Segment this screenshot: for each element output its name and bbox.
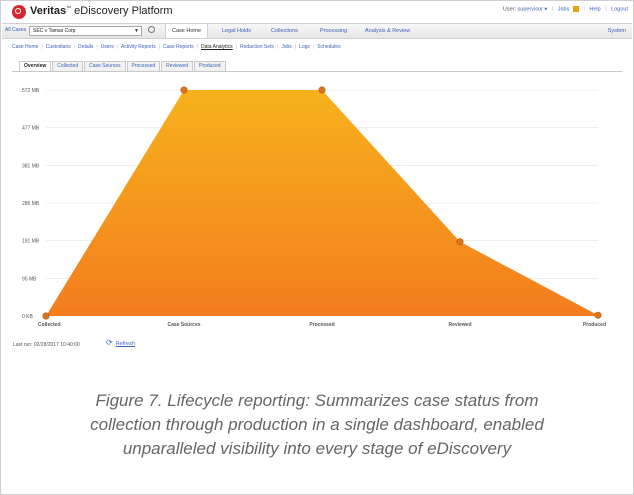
- y-tick-label: 477 MB: [22, 126, 40, 132]
- y-tick-label: 572 MB: [22, 88, 40, 94]
- subnav-data-analytics[interactable]: Data Analytics: [201, 44, 233, 50]
- case-bar: All Cases SEC v Tamas Corp ▼ Case Home L…: [2, 23, 632, 39]
- subnav-case-home[interactable]: Case Home: [12, 44, 38, 50]
- subnav-logs[interactable]: Logs: [299, 44, 310, 50]
- top-header: Veritas™ eDiscovery Platform User: super…: [2, 2, 632, 22]
- subnav-jobs[interactable]: Jobs: [281, 44, 292, 50]
- y-tick-label: 286 MB: [22, 201, 40, 207]
- case-info-icon[interactable]: [148, 26, 155, 33]
- x-tick-label: Reviewed: [448, 322, 471, 328]
- subnav-case-reports[interactable]: Case Reports: [163, 44, 194, 50]
- tab-processed[interactable]: Processed: [126, 61, 161, 71]
- data-point-marker[interactable]: [318, 86, 326, 94]
- subnav-custodians[interactable]: Custodians: [46, 44, 71, 50]
- all-cases-link[interactable]: All Cases: [5, 27, 26, 33]
- subnav-activity-reports[interactable]: Activity Reports: [121, 44, 156, 50]
- case-select[interactable]: SEC v Tamas Corp ▼: [29, 26, 142, 36]
- nav-legal-holds[interactable]: Legal Holds: [216, 24, 257, 38]
- refresh-link[interactable]: ⟳ Refresh: [106, 338, 135, 348]
- x-tick-label: Produced: [583, 322, 606, 328]
- lifecycle-chart: 572 MB 477 MB 381 MB 286 MB 191 MB 95 MB 0 KB …: [12, 78, 622, 340]
- subnav-details[interactable]: Details: [78, 44, 93, 50]
- chevron-down-icon: ▼: [134, 28, 139, 34]
- y-tick-label: 381 MB: [22, 163, 40, 169]
- refresh-label: Refresh: [115, 341, 135, 347]
- data-point-marker[interactable]: [456, 238, 464, 246]
- subnav-users[interactable]: Users: [101, 44, 114, 50]
- nav-collections[interactable]: Collections: [265, 24, 304, 38]
- user-menu[interactable]: supervisor ▾: [518, 6, 548, 12]
- x-tick-label: Collected: [38, 322, 61, 328]
- nav-system[interactable]: System: [602, 24, 632, 38]
- figure-frame: Veritas™ eDiscovery Platform User: super…: [0, 0, 634, 495]
- subnav-schedules[interactable]: Schedules: [317, 44, 340, 50]
- tab-reviewed[interactable]: Reviewed: [161, 61, 194, 71]
- subnav-redaction-sets[interactable]: Redaction Sets: [240, 44, 274, 50]
- analytics-tabs: Overview Collected Case Sources Processe…: [19, 61, 227, 71]
- tab-overview[interactable]: Overview: [19, 61, 52, 71]
- x-tick-label: Case Sources: [167, 322, 200, 328]
- area-chart-svg: 572 MB477 MB381 MB286 MB191 MB95 MB0 KB …: [22, 86, 606, 328]
- last-run-timestamp: Last run: 02/28/2017 10:40:00: [13, 342, 80, 348]
- nav-analysis-review[interactable]: Analysis & Review: [359, 24, 416, 38]
- sub-navigation: Case Home | Custodians | Details | Users | Activ…: [12, 44, 341, 50]
- data-point-marker[interactable]: [180, 86, 188, 94]
- app-screenshot: Veritas™ eDiscovery Platform User: super…: [2, 2, 632, 355]
- veritas-logo-icon: [12, 5, 26, 19]
- refresh-icon: ⟳: [106, 338, 113, 347]
- caption-line-2: collection through production in a singl…: [90, 415, 544, 434]
- figure-caption: Figure 7. Lifecycle reporting: Summarize…: [1, 389, 633, 461]
- user-label: User:: [502, 6, 516, 13]
- y-tick-label: 0 KB: [22, 314, 34, 320]
- caption-line-3: unparalleled visibility into every stage…: [122, 439, 512, 458]
- tab-divider: [12, 71, 622, 72]
- tab-produced[interactable]: Produced: [194, 61, 226, 71]
- jobs-download-icon[interactable]: [572, 6, 579, 12]
- tab-collected[interactable]: Collected: [52, 61, 84, 71]
- data-point-marker[interactable]: [42, 312, 50, 320]
- tab-case-sources[interactable]: Case Sources: [84, 61, 126, 71]
- case-select-value: SEC v Tamas Corp: [33, 28, 76, 34]
- user-area: User: supervisor ▾ | Jobs | Help | Logou…: [502, 6, 628, 13]
- caption-line-1: Figure 7. Lifecycle reporting: Summarize…: [95, 391, 539, 410]
- brand-title: Veritas™ eDiscovery Platform: [30, 5, 173, 17]
- y-tick-label: 191 MB: [22, 239, 40, 245]
- nav-processing[interactable]: Processing: [314, 24, 353, 38]
- data-point-marker[interactable]: [594, 311, 602, 319]
- nav-case-home[interactable]: Case Home: [165, 24, 209, 38]
- logout-link[interactable]: Logout: [611, 6, 628, 12]
- y-tick-label: 95 MB: [22, 276, 37, 282]
- jobs-link[interactable]: Jobs: [558, 6, 570, 12]
- help-link[interactable]: Help: [589, 6, 600, 12]
- x-tick-label: Processed: [309, 322, 334, 328]
